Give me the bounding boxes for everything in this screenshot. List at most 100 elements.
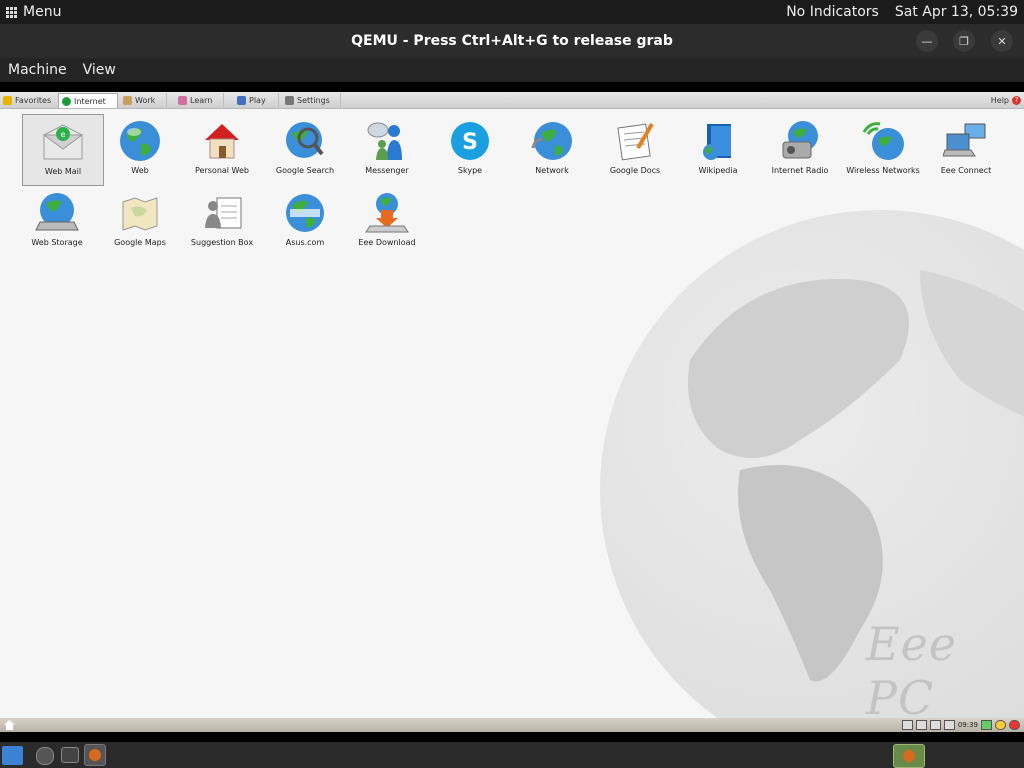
- app-wikipedia[interactable]: Wikipedia: [678, 114, 758, 184]
- tab-label: Favorites: [15, 95, 52, 105]
- home-icon[interactable]: [4, 720, 15, 730]
- mail-icon: e: [42, 124, 84, 160]
- tab-label: Learn: [190, 95, 213, 105]
- volume-icon[interactable]: [929, 720, 941, 730]
- menu-view[interactable]: View: [75, 62, 124, 78]
- window-titlebar: QEMU - Press Ctrl+Alt+G to release grab …: [0, 24, 1024, 58]
- tab-internet[interactable]: Internet: [58, 93, 118, 108]
- book-icon: [178, 95, 187, 105]
- app-label: Wireless Networks: [846, 166, 920, 175]
- app-google-docs[interactable]: Google Docs: [595, 114, 675, 184]
- terminal-icon[interactable]: [61, 747, 79, 763]
- tab-label: Settings: [297, 95, 330, 105]
- radio-globe-icon: [782, 121, 818, 159]
- maximize-button[interactable]: ❐: [953, 30, 975, 52]
- app-label: Network: [535, 166, 569, 175]
- app-label: Personal Web: [195, 166, 249, 175]
- screen-border-bottom: [0, 732, 1024, 742]
- app-label: Web Mail: [44, 167, 82, 176]
- app-grid-icon: [6, 6, 17, 18]
- wikipedia-book-icon: [703, 124, 731, 160]
- svg-text:e: e: [61, 130, 66, 139]
- indicators-label[interactable]: No Indicators: [786, 4, 879, 20]
- window-title: QEMU - Press Ctrl+Alt+G to release grab: [351, 33, 673, 49]
- app-asus-com[interactable]: Asus.com: [265, 186, 345, 256]
- keyboard-icon[interactable]: [943, 720, 955, 730]
- host-menu-button[interactable]: Menu: [6, 0, 61, 24]
- help-icon: ?: [1012, 95, 1021, 105]
- shutdown-icon[interactable]: [1009, 720, 1020, 730]
- tray-clock[interactable]: 09:39: [958, 721, 978, 729]
- svg-text:S: S: [462, 130, 478, 155]
- close-button[interactable]: ✕: [991, 30, 1013, 52]
- app-label: Wikipedia: [698, 166, 738, 175]
- battery-icon[interactable]: [901, 720, 913, 730]
- network-globe-icon: [531, 122, 572, 160]
- eee-pc-logo: Eee PC: [866, 617, 958, 725]
- app-personal-web[interactable]: Personal Web: [182, 114, 262, 184]
- help-button[interactable]: Help ?: [991, 93, 1021, 107]
- tab-label: Internet: [74, 96, 106, 106]
- app-web[interactable]: Web: [100, 114, 180, 184]
- host-top-panel: Menu No Indicators Sat Apr 13, 05:39: [0, 0, 1024, 24]
- category-tab-bar: Favorites Internet Work Learn Play Setti…: [0, 92, 1024, 109]
- screen-border-top: [0, 82, 1024, 92]
- guest-screen: Eee PC Favorites Internet Work Learn Pla…: [0, 92, 1024, 732]
- tab-label: Work: [135, 95, 156, 105]
- tab-label: Play: [249, 95, 266, 105]
- app-label: Web Storage: [31, 238, 83, 247]
- tab-learn[interactable]: Learn: [175, 93, 224, 107]
- app-eee-download[interactable]: Eee Download: [347, 186, 427, 256]
- suggestion-icon: [205, 197, 242, 229]
- status-green-icon[interactable]: [981, 720, 992, 730]
- star-icon: [3, 95, 12, 105]
- wrench-icon: [285, 95, 294, 105]
- tab-play[interactable]: Play: [234, 93, 279, 107]
- qemu-app-icon[interactable]: [84, 744, 106, 766]
- app-label: Google Maps: [114, 238, 166, 247]
- qemu-menubar: Machine View: [0, 58, 1024, 82]
- skype-icon: S: [451, 122, 489, 160]
- settings-circle-icon[interactable]: [36, 747, 54, 765]
- messenger-icon: [367, 122, 402, 160]
- app-label: Eee Download: [358, 238, 416, 247]
- app-skype[interactable]: S Skype: [430, 114, 510, 184]
- globe-icon: [120, 121, 160, 161]
- app-internet-radio[interactable]: Internet Radio: [760, 114, 840, 184]
- tab-favorites[interactable]: Favorites: [0, 93, 61, 107]
- minimize-button[interactable]: —: [916, 30, 938, 52]
- folder-icon: [123, 95, 132, 105]
- app-label: Internet Radio: [771, 166, 829, 175]
- storage-globe-icon: [35, 193, 79, 231]
- app-web-mail[interactable]: e Web Mail: [22, 114, 104, 186]
- laptops-icon: [943, 123, 986, 157]
- menu-machine[interactable]: Machine: [0, 62, 75, 78]
- smiley-icon[interactable]: [995, 720, 1006, 730]
- app-wireless-networks[interactable]: Wireless Networks: [843, 114, 923, 192]
- app-label: Suggestion Box: [190, 238, 254, 247]
- app-google-maps[interactable]: Google Maps: [100, 186, 180, 256]
- globe-icon: [62, 96, 71, 106]
- map-icon: [122, 197, 158, 231]
- app-network[interactable]: Network: [512, 114, 592, 184]
- tab-settings[interactable]: Settings: [282, 93, 341, 107]
- qemu-window-button[interactable]: [893, 744, 925, 768]
- gamepad-icon: [237, 95, 246, 105]
- system-tray: 09:39: [901, 719, 1020, 731]
- app-label: Asus.com: [285, 238, 325, 247]
- tab-work[interactable]: Work: [120, 93, 167, 107]
- app-web-storage[interactable]: Web Storage: [17, 186, 97, 256]
- app-google-search[interactable]: Google Search: [265, 114, 345, 184]
- app-eee-connect[interactable]: Eee Connect: [926, 114, 1006, 184]
- app-label: Google Search: [275, 166, 335, 175]
- app-messenger[interactable]: Messenger: [347, 114, 427, 184]
- host-clock[interactable]: Sat Apr 13, 05:39: [895, 4, 1018, 20]
- app-label: Messenger: [365, 166, 409, 175]
- host-menu-label: Menu: [23, 4, 62, 20]
- show-desktop-icon[interactable]: [2, 746, 23, 765]
- help-label: Help: [990, 95, 1009, 105]
- network-icon[interactable]: [915, 720, 927, 730]
- app-suggestion-box[interactable]: Suggestion Box: [182, 186, 262, 256]
- download-icon: [365, 193, 409, 233]
- host-taskbar: [0, 742, 1024, 768]
